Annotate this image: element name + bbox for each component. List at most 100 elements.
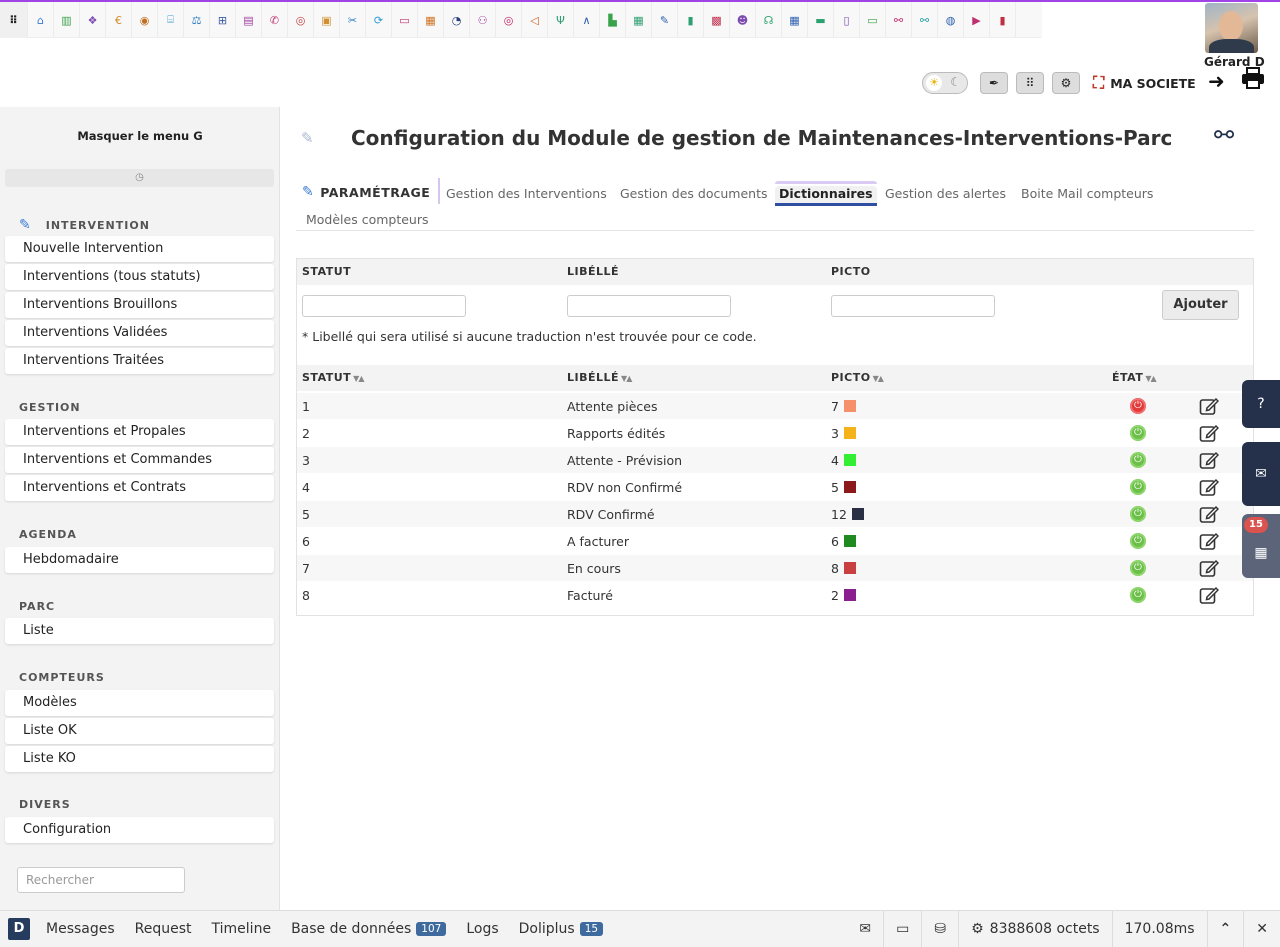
cash-register-icon[interactable]: ▩ — [704, 2, 730, 38]
building-icon[interactable]: ▥ — [54, 2, 80, 38]
add-button[interactable]: Ajouter — [1162, 290, 1239, 320]
status-toggle-icon[interactable]: ⏻ — [1130, 560, 1146, 576]
sidebar-item[interactable]: Interventions Brouillons — [5, 292, 274, 318]
chevron-up-icon[interactable]: ⌃ — [1206, 911, 1244, 947]
status-toggle-icon[interactable]: ⏻ — [1130, 587, 1146, 603]
clock-icon[interactable]: ◔ — [444, 2, 470, 38]
debugbar-tab[interactable]: Logs — [466, 921, 498, 937]
sidebar-item[interactable]: Interventions et Commandes — [5, 447, 274, 473]
status-toggle-icon[interactable]: ⏻ — [1130, 452, 1146, 468]
status-toggle-icon[interactable]: ⏻ — [1130, 533, 1146, 549]
status-toggle-icon[interactable]: ⏻ — [1130, 425, 1146, 441]
tab-gestion-interventions[interactable]: Gestion des Interventions — [446, 186, 607, 201]
sidebar-item[interactable]: Interventions Validées — [5, 320, 274, 346]
sidebar-item[interactable]: Interventions et Propales — [5, 419, 274, 445]
feather-button[interactable]: ✒ — [980, 72, 1008, 94]
apps-menu-icon[interactable]: ⠿ — [0, 2, 28, 38]
envelope-icon[interactable]: ✉ — [847, 911, 883, 947]
list-header-etat[interactable]: ÉTAT ▼▲ — [1112, 371, 1157, 384]
debugbar-tab[interactable]: Timeline — [212, 921, 272, 937]
chat-icon[interactable]: ◍ — [938, 2, 964, 38]
edit-icon[interactable] — [1199, 558, 1220, 578]
bullhorn-icon[interactable]: ◁ — [522, 2, 548, 38]
sidebar-group-title[interactable]: AGENDA — [19, 528, 77, 541]
list-header-libelle[interactable]: LIBÉLLÉ ▼▲ — [567, 371, 632, 384]
database-icon[interactable]: ⛁ — [921, 911, 958, 947]
sidebar-group-title[interactable]: COMPTEURS — [19, 671, 105, 684]
products-icon[interactable]: ❖ — [80, 2, 106, 38]
picto-input[interactable] — [831, 295, 995, 317]
debugbar-logo[interactable]: D — [8, 918, 30, 940]
company-link[interactable]: ⛶ MA SOCIETE — [1093, 73, 1196, 93]
delivery-truck-icon[interactable]: ▬ — [808, 2, 834, 38]
edit-icon[interactable] — [1199, 531, 1220, 551]
close-icon[interactable]: ✕ — [1243, 911, 1280, 947]
sidebar-item[interactable]: Nouvelle Intervention — [5, 236, 274, 262]
calendar-check-icon[interactable]: ▦ — [418, 2, 444, 38]
sidebar-item[interactable]: Liste OK — [5, 718, 274, 744]
video-icon[interactable]: ▶ — [964, 2, 990, 38]
project-icon[interactable]: ⚇ — [470, 2, 496, 38]
handshake-alt-icon[interactable]: ⚯ — [912, 2, 938, 38]
chrome-icon[interactable]: ◎ — [288, 2, 314, 38]
tab-modeles-compteurs[interactable]: Modèles compteurs — [306, 212, 429, 227]
edit-icon[interactable] — [1199, 477, 1220, 497]
folder-icon[interactable]: ▭ — [860, 2, 886, 38]
tab-dictionnaires[interactable]: Dictionnaires — [775, 181, 877, 206]
sort-icon[interactable]: ▼▲ — [1145, 374, 1156, 383]
sidebar-item[interactable]: Interventions Traitées — [5, 348, 274, 374]
sidebar-item[interactable]: Modèles — [5, 690, 274, 716]
sidebar-item[interactable]: Interventions (tous statuts) — [5, 264, 274, 290]
sidebar-item[interactable]: Liste KO — [5, 746, 274, 772]
table-icon[interactable]: ▦ — [782, 2, 808, 38]
debugbar-tab[interactable]: Request — [135, 921, 192, 937]
users-icon[interactable]: ☻ — [730, 2, 756, 38]
status-toggle-icon[interactable]: ⏻ — [1130, 479, 1146, 495]
monitor-icon[interactable]: ▭ — [883, 911, 921, 947]
sidebar-group-title[interactable]: DIVERS — [19, 798, 71, 811]
tab-gestion-documents[interactable]: Gestion des documents — [620, 186, 768, 201]
sort-icon[interactable]: ▼▲ — [873, 374, 884, 383]
target-icon[interactable]: ◎ — [496, 2, 522, 38]
euro-icon[interactable]: € — [106, 2, 132, 38]
sidebar-group-title[interactable]: PARC — [19, 600, 55, 613]
chip-icon[interactable]: ▮ — [678, 2, 704, 38]
edit-icon[interactable] — [1199, 450, 1220, 470]
pencil-icon[interactable]: ✎ — [652, 2, 678, 38]
coins-icon[interactable]: ◉ — [132, 2, 158, 38]
sidebar-group-title[interactable]: ✎ INTERVENTION — [19, 217, 150, 233]
logout-icon[interactable]: ➜ — [1208, 69, 1225, 93]
sidebar-search-input[interactable]: Rechercher — [17, 867, 185, 893]
settings-button[interactable]: ⚙ — [1052, 72, 1080, 94]
sync-icon[interactable]: ⟳ — [366, 2, 392, 38]
headset-icon[interactable]: ☊ — [756, 2, 782, 38]
sitemap-icon[interactable]: ⊞ — [210, 2, 236, 38]
antenna-icon[interactable]: Ψ — [548, 2, 574, 38]
user-avatar[interactable] — [1205, 3, 1258, 53]
list-header-picto[interactable]: PICTO ▼▲ — [831, 371, 884, 384]
status-toggle-icon[interactable]: ⏻ — [1130, 506, 1146, 522]
tab-parametrage[interactable]: ✎ PARAMÉTRAGE — [302, 178, 441, 204]
help-button[interactable]: ? — [1242, 380, 1280, 428]
chat-button[interactable]: ✉ — [1242, 442, 1280, 506]
sidebar-item[interactable]: Liste — [5, 618, 274, 644]
sidebar-item[interactable]: Hebdomadaire — [5, 547, 274, 573]
bank-icon[interactable]: ⌸ — [158, 2, 184, 38]
apps-button[interactable]: ⠿ — [1016, 72, 1044, 94]
statut-input[interactable] — [302, 295, 466, 317]
sidebar-item[interactable]: Configuration — [5, 817, 274, 843]
tools-icon[interactable]: ✂ — [340, 2, 366, 38]
theme-toggle[interactable]: ☀ ☾ — [922, 72, 968, 94]
list-header-statut[interactable]: STATUT ▼▲ — [302, 371, 365, 384]
chart-icon[interactable]: ▤ — [236, 2, 262, 38]
edit-icon[interactable] — [1199, 585, 1220, 605]
tab-boite-mail-compteurs[interactable]: Boite Mail compteurs — [1021, 186, 1153, 201]
megaphone-icon[interactable]: ✆ — [262, 2, 288, 38]
status-toggle-icon[interactable]: ⏻ — [1130, 398, 1146, 414]
industry-icon[interactable]: ▙ — [600, 2, 626, 38]
sort-icon[interactable]: ▼▲ — [621, 374, 632, 383]
edit-icon[interactable] — [1199, 396, 1220, 416]
sidebar-filter-bar[interactable]: ◷ — [5, 169, 274, 187]
file-icon[interactable]: ▯ — [834, 2, 860, 38]
book-icon[interactable]: ▮ — [990, 2, 1016, 38]
